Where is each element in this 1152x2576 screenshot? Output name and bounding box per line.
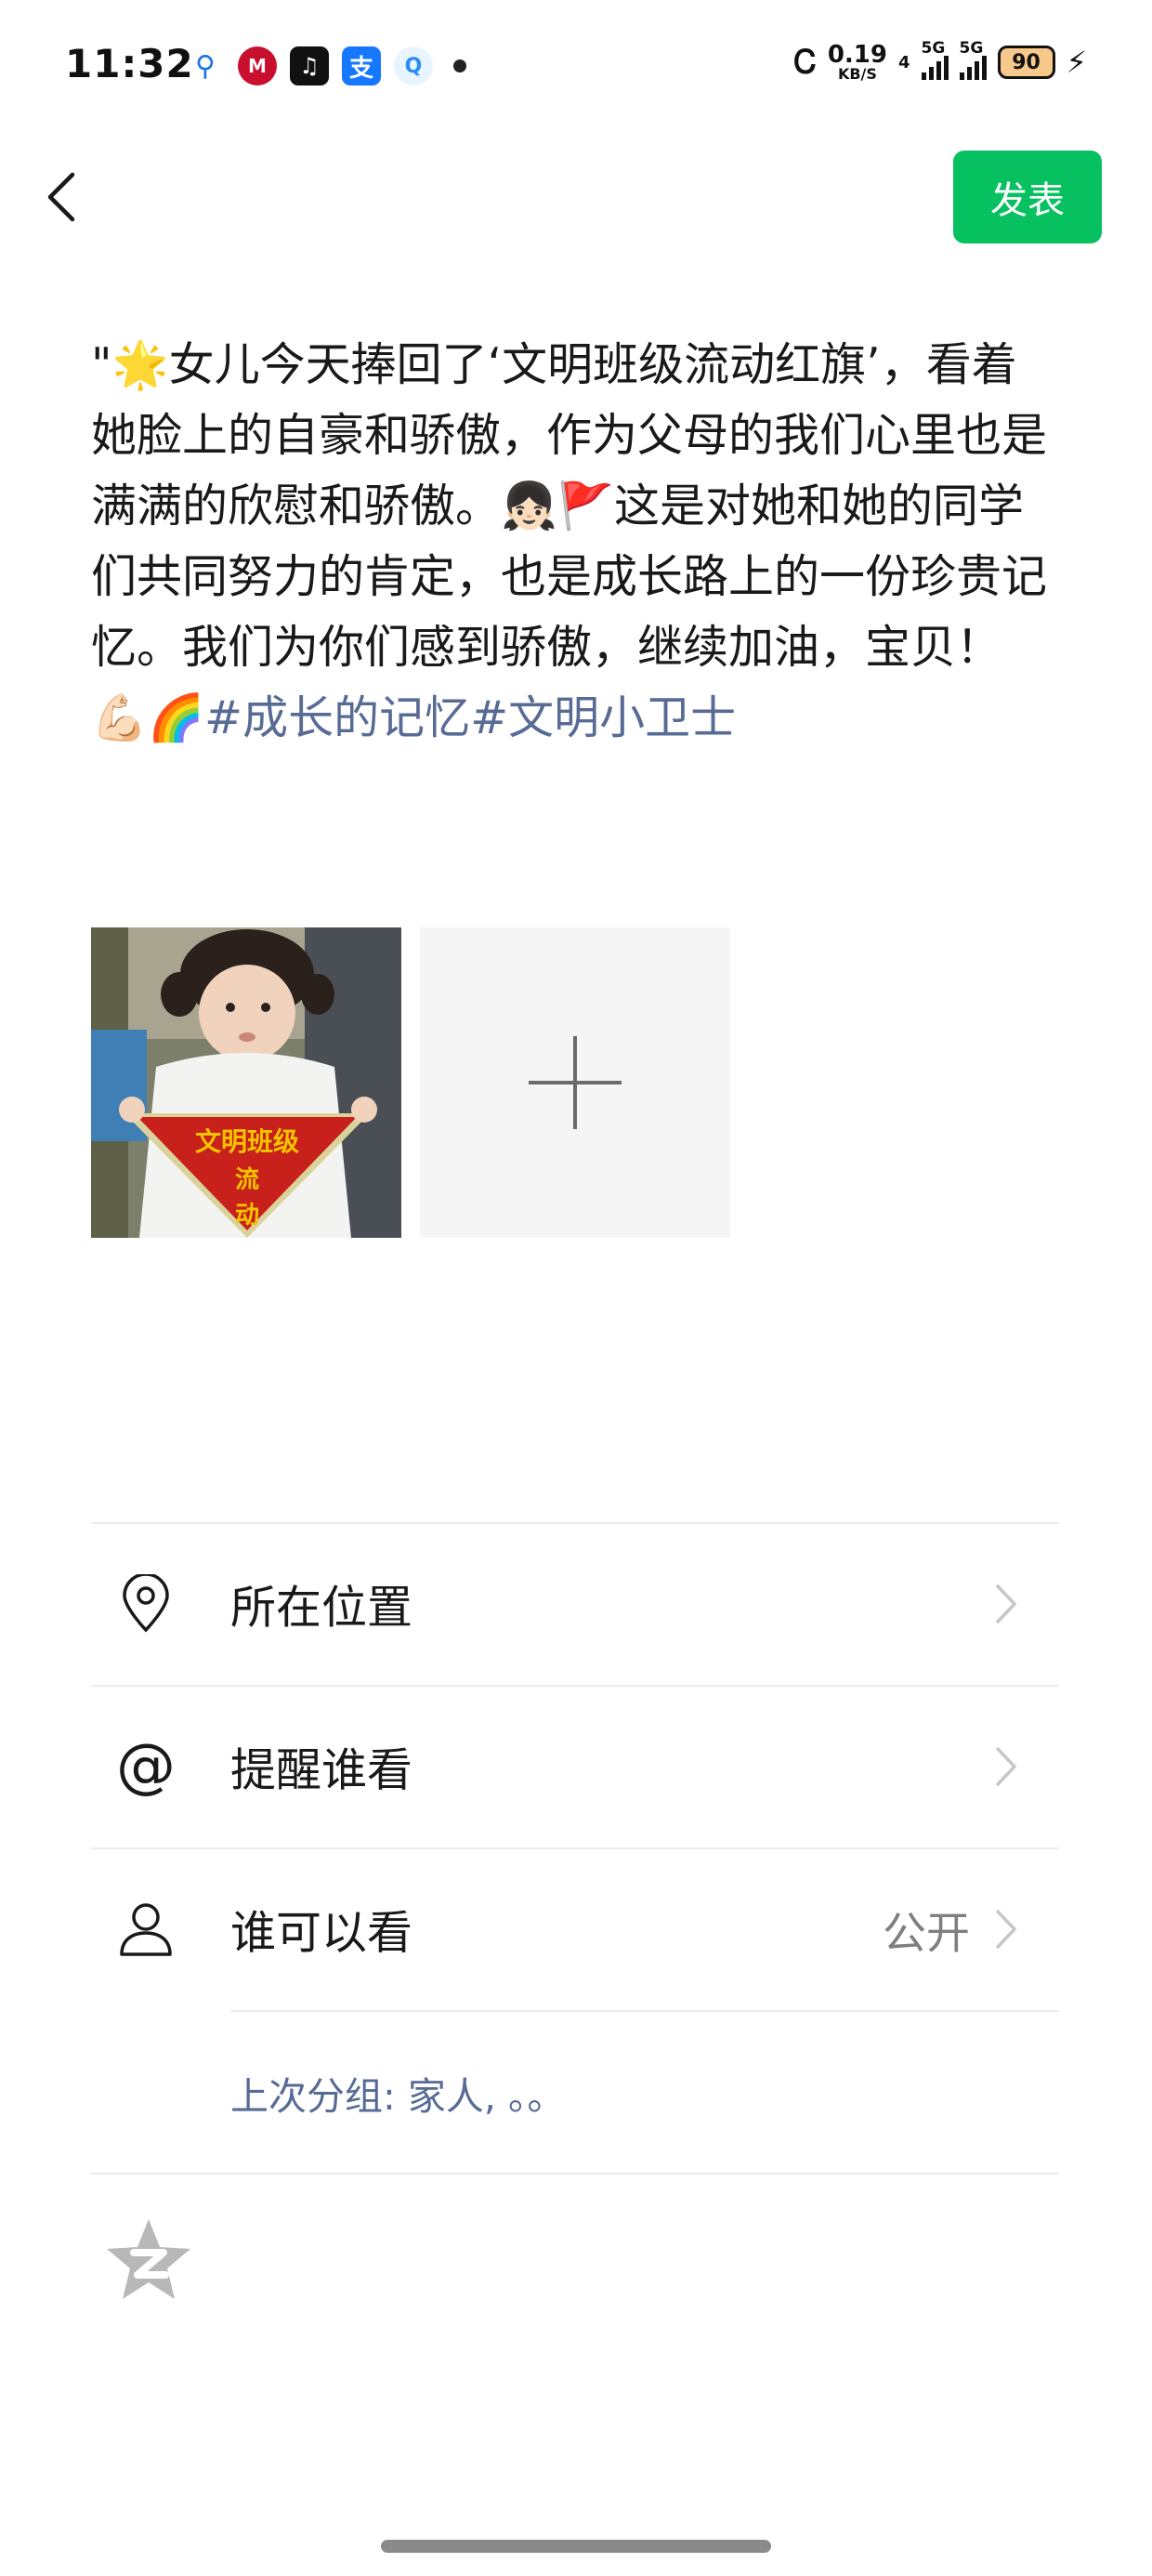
signal-sim1-icon: 5G: [921, 39, 949, 80]
plus-icon: [529, 1036, 622, 1129]
status-time: 11:32: [65, 41, 194, 86]
banner-text-line-3: 动: [235, 1202, 259, 1229]
location-option[interactable]: 所在位置: [91, 1524, 1059, 1684]
chevron-right-icon: [996, 1910, 1016, 1949]
battery-level: 90: [1012, 50, 1041, 74]
photo-thumbnail[interactable]: 文明班级 流 动: [91, 927, 401, 1238]
at-sign-icon: @: [116, 1732, 176, 1801]
chevron-right-icon: [996, 1584, 1016, 1623]
hashtag-growth-memory[interactable]: #成长的记忆: [204, 691, 470, 744]
tiktok-icon: ♫: [290, 46, 329, 85]
status-indicators: Ꮯ 0.19 KB/S 4 5G 5G 90 ⚡: [793, 39, 1087, 82]
back-chevron-icon: [47, 172, 75, 222]
notification-app-icons: ⚲ M ♫ 支 Q: [186, 46, 466, 85]
flexed-arm-emoji-icon: 💪🏻: [91, 691, 149, 744]
location-label: 所在位置: [230, 1581, 413, 1635]
banner-text-line-1: 文明班级: [195, 1126, 299, 1157]
girl-emoji-icon: 👧🏻: [501, 480, 558, 532]
mention-label: 提醒谁看: [230, 1743, 413, 1797]
net-speed: 0.19 KB/S: [828, 43, 887, 82]
red-flag-emoji-icon: 🚩: [557, 480, 615, 532]
visibility-option[interactable]: 谁可以看 公开: [91, 1849, 1059, 2009]
qzone-star-icon[interactable]: [102, 2214, 195, 2307]
divider-visibility: [230, 2010, 1059, 2012]
last-group-link[interactable]: 上次分组: 家人, 。。: [230, 2065, 565, 2121]
add-photo-button[interactable]: [420, 927, 730, 1238]
location-pin-icon: [113, 1571, 178, 1636]
status-bar: 11:32 ⚲ M ♫ 支 Q Ꮯ 0.19 KB/S 4 5G 5G 90 ⚡: [0, 0, 1152, 139]
star-emoji-icon: 🌟: [111, 338, 169, 391]
post-text-quote: ": [91, 338, 112, 391]
mention-option[interactable]: @ 提醒谁看: [91, 1687, 1059, 1847]
charging-icon: ⚡: [1066, 45, 1087, 80]
home-indicator[interactable]: [381, 2540, 771, 2553]
battery-icon: 90: [997, 46, 1055, 79]
post-text-input[interactable]: "🌟女儿今天捧回了‘文明班级流动红旗’，看着她脸上的自豪和骄傲，作为父母的我们心…: [91, 330, 1057, 754]
person-icon: [113, 1897, 178, 1962]
divider-bottom: [91, 2173, 1059, 2175]
net-speed-value: 0.19: [827, 41, 887, 69]
publish-button[interactable]: 发表: [953, 151, 1102, 243]
sim1-label: 5G: [921, 39, 946, 58]
photo-girl-with-red-banner: 文明班级 流 动: [91, 927, 401, 1238]
visibility-label: 谁可以看: [230, 1906, 413, 1960]
net-speed-unit: KB/S: [837, 65, 877, 83]
wifi-icon: 4: [898, 52, 910, 72]
banner-text-line-2: 流: [235, 1166, 259, 1193]
sim2-label: 5G: [959, 39, 984, 58]
signal-sim2-icon: 5G: [959, 39, 987, 80]
alipay-icon: 支: [342, 46, 381, 85]
back-button[interactable]: [33, 169, 89, 225]
rainbow-emoji-icon: 🌈: [148, 691, 205, 744]
more-notifications-dot-icon: [453, 59, 466, 72]
search-icon: ⚲: [195, 49, 216, 83]
bank-icon: M: [238, 46, 277, 85]
bluetooth-icon: Ꮯ: [793, 44, 817, 81]
visibility-value: 公开: [883, 1908, 970, 1960]
qq-browser-icon: Q: [394, 46, 433, 85]
hashtag-civilized-guardian[interactable]: #文明小卫士: [470, 691, 736, 744]
chevron-right-icon: [996, 1747, 1016, 1786]
